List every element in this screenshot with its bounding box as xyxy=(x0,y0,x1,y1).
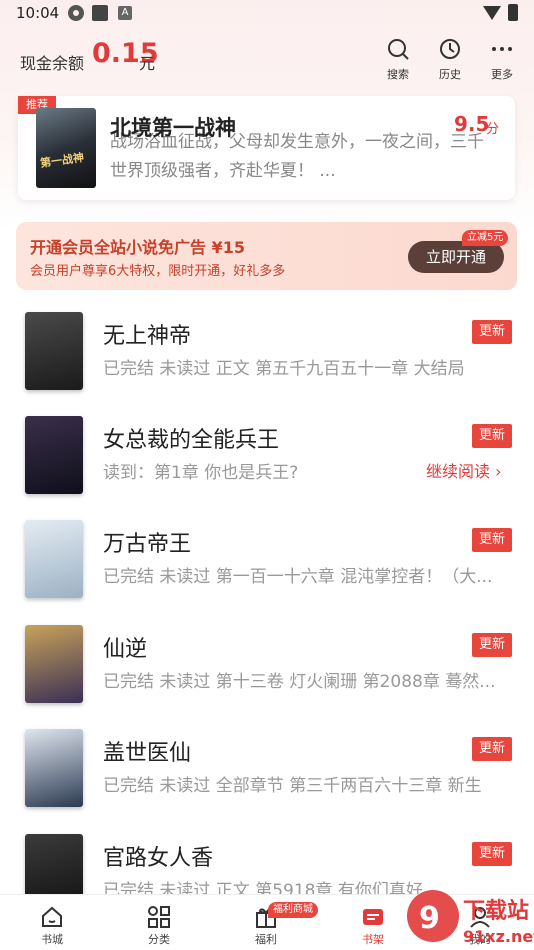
book-title: 盖世医仙 xyxy=(103,741,192,766)
vip-banner[interactable]: 开通会员全站小说免广告 ¥15 会员用户尊享6大特权，限时开通，好礼多多 立即开… xyxy=(16,222,517,290)
search-label: 搜索 xyxy=(387,68,409,81)
recommend-cover: 第一战神 xyxy=(36,108,96,188)
more-label: 更多 xyxy=(491,68,513,81)
book-item[interactable]: 盖世医仙 已完结 未读过 全部章节 第三千两百六十三章 新生 更新 xyxy=(0,729,534,829)
book-status: 已完结 未读过 正文 第五千九百五十一章 大结局 xyxy=(103,359,465,379)
update-badge: 更新 xyxy=(472,424,512,448)
book-cover xyxy=(25,625,83,703)
history-label: 历史 xyxy=(439,68,461,81)
vip-title: 开通会员全站小说免广告 ¥15 xyxy=(30,238,245,257)
wifi-icon xyxy=(483,6,501,20)
vip-subtitle: 会员用户尊享6大特权，限时开通，好礼多多 xyxy=(30,264,286,279)
book-title: 官路女人香 xyxy=(103,846,214,871)
update-badge: 更新 xyxy=(472,737,512,761)
book-cover xyxy=(25,312,83,390)
book-title: 仙逆 xyxy=(103,637,148,662)
svg-text:9: 9 xyxy=(419,901,440,936)
battery-icon xyxy=(508,4,518,21)
book-item[interactable]: 仙逆 已完结 未读过 第十三卷 灯火阑珊 第2088章 蓦然... 更新 xyxy=(0,625,534,725)
update-badge: 更新 xyxy=(472,320,512,344)
nav-bookshelf[interactable]: 书架 xyxy=(338,895,408,950)
clock-icon xyxy=(440,39,460,59)
nav-label: 福利 xyxy=(255,933,277,946)
watermark-logo: 9 下载站 91xz.net xyxy=(405,880,534,950)
update-badge: 更新 xyxy=(472,842,512,866)
search-icon xyxy=(388,39,409,60)
book-cover xyxy=(25,416,83,494)
recommend-card[interactable]: 推荐 第一战神 战场浴血征战，父母却发生意外，一夜之间，三千世界顶级强者，齐赴华… xyxy=(18,96,515,200)
recommend-score: 9.5 xyxy=(454,112,490,136)
nav-bookstore[interactable]: 书城 xyxy=(17,895,87,950)
welfare-shop-tag: 福利商城 xyxy=(268,902,318,918)
app-status-icon xyxy=(92,5,108,21)
nav-category[interactable]: 分类 xyxy=(124,895,194,950)
book-item[interactable]: 无上神帝 已完结 未读过 正文 第五千九百五十一章 大结局 更新 xyxy=(0,312,534,412)
recommend-cover-text: 第一战神 xyxy=(39,150,85,170)
header: 现金余额 0.15 元 搜索 历史 更多 xyxy=(0,34,534,84)
book-title: 无上神帝 xyxy=(103,324,192,349)
home-icon xyxy=(42,906,62,927)
a-status-icon: A xyxy=(118,6,132,20)
settings-status-icon xyxy=(68,5,84,21)
book-status: 读到：第1章 你也是兵王? xyxy=(103,463,299,483)
recommend-score-unit: 分 xyxy=(486,122,500,137)
history-button[interactable]: 历史 xyxy=(432,38,468,82)
book-title: 万古帝王 xyxy=(103,532,192,557)
update-badge: 更新 xyxy=(472,528,512,552)
nav-label: 书城 xyxy=(41,933,63,946)
book-item[interactable]: 万古帝王 已完结 未读过 第一百一十六章 混沌掌控者！（大... 更新 xyxy=(0,520,534,620)
book-cover xyxy=(25,520,83,598)
recommend-title: 北境第一战神 xyxy=(110,116,236,140)
book-item[interactable]: 女总裁的全能兵王 读到：第1章 你也是兵王? 更新 继续阅读 › xyxy=(0,416,534,516)
book-cover xyxy=(25,729,83,807)
cash-unit: 元 xyxy=(139,54,156,73)
nav-label: 书架 xyxy=(362,933,384,946)
continue-reading-link[interactable]: 继续阅读 › xyxy=(426,458,502,482)
vip-discount-badge: 立减5元 xyxy=(462,230,509,246)
book-status: 已完结 未读过 第一百一十六章 混沌掌控者！（大... xyxy=(103,567,493,587)
bookshelf-icon xyxy=(363,909,383,925)
watermark-url: 91xz.net xyxy=(463,927,534,946)
cash-label: 现金余额 xyxy=(20,54,85,73)
book-status: 已完结 未读过 第十三卷 灯火阑珊 第2088章 蓦然... xyxy=(103,672,496,692)
watermark-text: 下载站 xyxy=(463,898,529,924)
update-badge: 更新 xyxy=(472,633,512,657)
book-status: 已完结 未读过 全部章节 第三千两百六十三章 新生 xyxy=(103,776,482,796)
status-time: 10:04 xyxy=(16,4,60,22)
book-title: 女总裁的全能兵王 xyxy=(103,428,280,453)
status-bar: 10:04 A xyxy=(0,0,534,30)
more-dots-icon xyxy=(492,47,512,51)
grid-icon xyxy=(148,906,170,928)
more-button[interactable]: 更多 xyxy=(484,38,520,82)
search-button[interactable]: 搜索 xyxy=(380,38,416,82)
nav-label: 分类 xyxy=(148,933,170,946)
